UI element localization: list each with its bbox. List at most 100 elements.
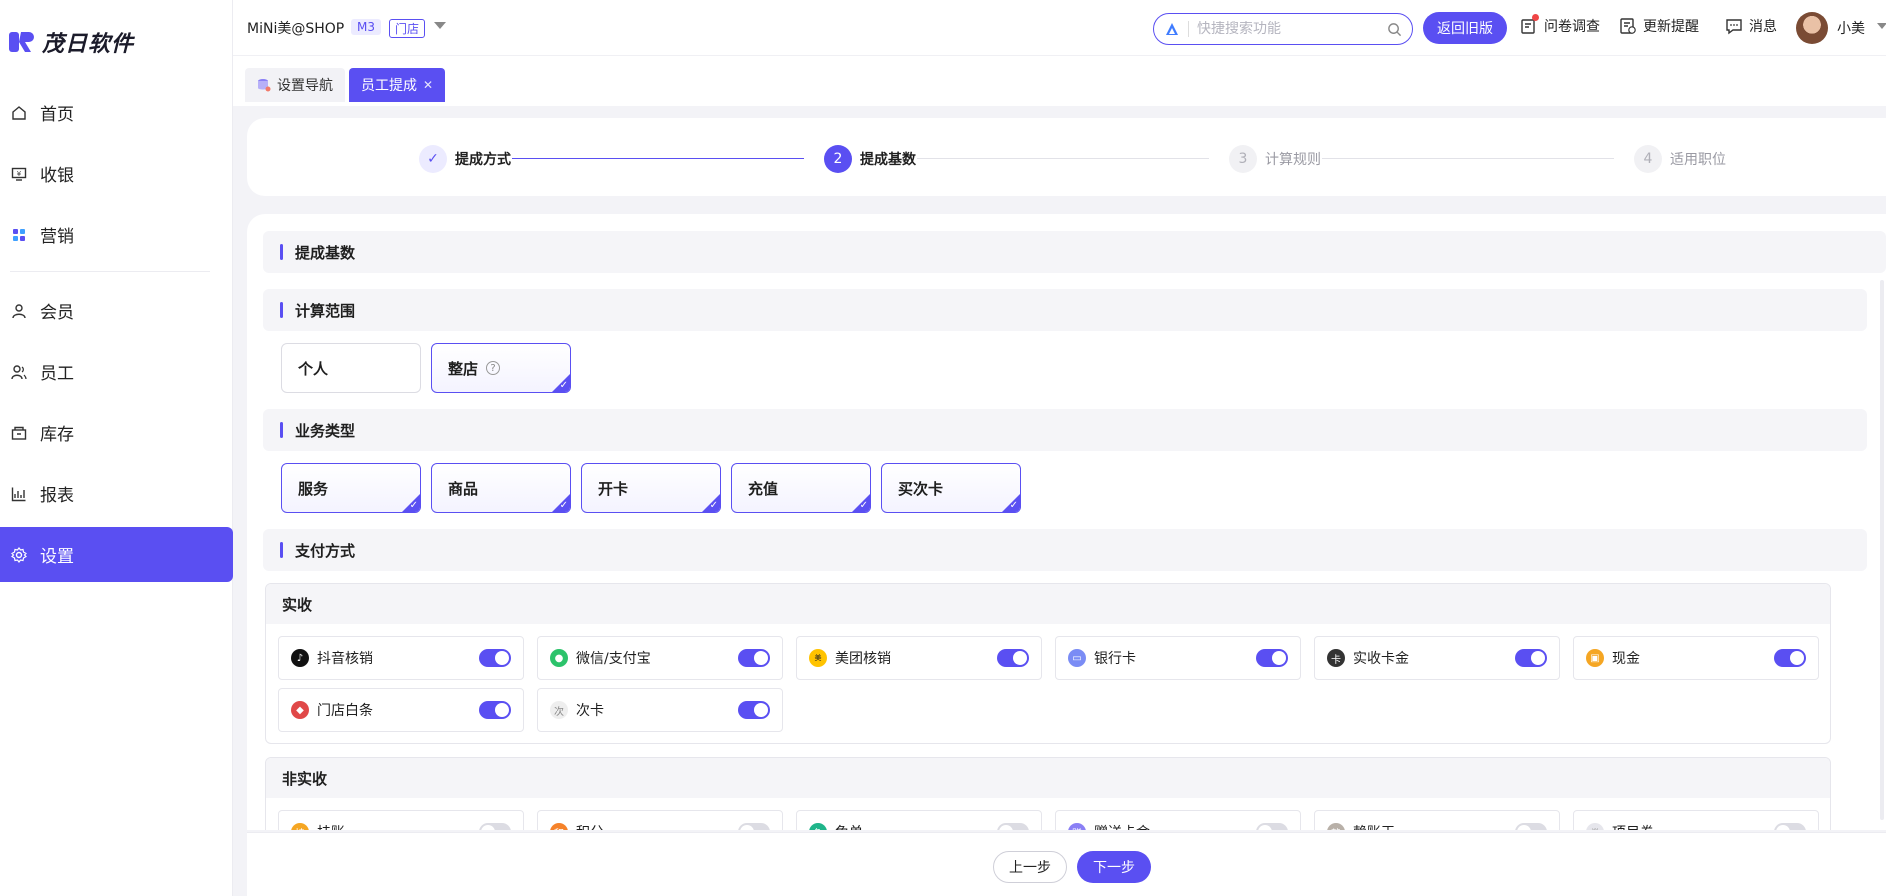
sidebar-item-label: 员工	[40, 364, 74, 384]
sidebar-item-member[interactable]: 会员	[0, 283, 233, 338]
payment-toggle[interactable]	[1515, 823, 1547, 830]
sidebar-item-report[interactable]: 报表	[0, 466, 233, 521]
section-title: 业务类型	[295, 421, 356, 440]
sidebar-item-home[interactable]: 首页	[0, 85, 233, 140]
settings-icon	[10, 546, 28, 564]
cashier-icon: ¥	[10, 165, 28, 183]
survey-link[interactable]: 问卷调查	[1520, 14, 1600, 36]
next-step-button[interactable]: 下一步	[1077, 851, 1151, 883]
payment-toggle[interactable]	[1774, 823, 1806, 830]
close-icon[interactable]: ✕	[423, 78, 433, 92]
sidebar-divider	[10, 271, 210, 272]
tab-settings-nav[interactable]: 设置导航	[245, 68, 345, 102]
sidebar-item-label: 库存	[40, 425, 74, 445]
business-option-service[interactable]: 服务 ✓	[281, 463, 421, 513]
sidebar-item-staff[interactable]: 员工	[0, 344, 233, 399]
business-option-goods[interactable]: 商品 ✓	[431, 463, 571, 513]
top-header: MiNi美@SHOP M3 门店 返回旧版 问卷调查 更新提醒 消息 小美	[233, 0, 1886, 56]
tab-label: 设置导航	[277, 78, 333, 94]
avatar[interactable]	[1796, 12, 1828, 44]
payment-toggle[interactable]	[1256, 823, 1288, 830]
payment-item-cash: ▣ 现金	[1573, 636, 1819, 680]
back-to-old-version-button[interactable]: 返回旧版	[1423, 12, 1507, 44]
sidebar-item-inventory[interactable]: 库存	[0, 405, 233, 460]
sidebar-item-label: 首页	[40, 105, 74, 125]
option-label: 开卡	[598, 479, 629, 498]
payment-label: 赖账王	[1353, 822, 1395, 830]
sidebar-item-cashier[interactable]: ¥ 收银	[0, 146, 233, 201]
payment-item-wechat-alipay: ● 微信/支付宝	[537, 636, 783, 680]
search-input[interactable]	[1197, 21, 1379, 37]
user-name[interactable]: 小美	[1837, 18, 1865, 38]
scope-option-personal[interactable]: 个人	[281, 343, 421, 393]
payment-label: 抖音核销	[317, 651, 373, 667]
section-scope: 计算范围	[263, 289, 1867, 331]
sidebar-item-settings[interactable]: 设置	[0, 527, 233, 582]
store-credit-icon: ◆	[291, 701, 309, 719]
payment-toggle[interactable]	[479, 649, 511, 667]
payment-label: 挂账	[317, 822, 345, 830]
payment-label: 美团核销	[835, 651, 891, 667]
sidebar-item-label: 营销	[40, 227, 74, 247]
search-box[interactable]	[1153, 13, 1413, 45]
payment-toggle[interactable]	[1256, 649, 1288, 667]
update-reminder-link[interactable]: 更新提醒	[1619, 16, 1699, 36]
card-money-icon: 卡	[1327, 649, 1345, 667]
step-2[interactable]: 2 提成基数	[824, 145, 916, 173]
payment-toggle[interactable]	[479, 823, 511, 830]
step-connector	[917, 158, 1209, 159]
chevron-down-icon[interactable]	[1877, 23, 1886, 29]
scrollbar[interactable]	[1880, 280, 1884, 820]
payment-toggle[interactable]	[997, 649, 1029, 667]
help-icon[interactable]: ?	[486, 361, 501, 375]
chevron-down-icon[interactable]	[434, 22, 446, 29]
staff-icon	[10, 363, 28, 381]
bad-debt-icon: 赖	[1327, 823, 1345, 830]
messages-link[interactable]: 消息	[1725, 16, 1777, 36]
update-label: 更新提醒	[1643, 19, 1699, 35]
svg-text:¥: ¥	[17, 170, 22, 178]
report-icon	[10, 485, 28, 503]
section-title: 提成基数	[295, 243, 356, 262]
payment-group-title: 非实收	[266, 758, 1830, 798]
payment-toggle[interactable]	[738, 823, 770, 830]
payment-item-bank-card: ▭ 银行卡	[1055, 636, 1301, 680]
payment-item-gift-card: 赠 赠送卡金	[1055, 810, 1301, 830]
section-title: 支付方式	[295, 541, 356, 560]
search-icon[interactable]	[1387, 22, 1402, 37]
payment-label: 现金	[1612, 651, 1640, 667]
credit-icon: 挂	[291, 823, 309, 830]
store-badge: 门店	[389, 19, 426, 38]
payment-toggle[interactable]	[1515, 649, 1547, 667]
payment-toggle[interactable]	[1774, 649, 1806, 667]
payment-toggle[interactable]	[738, 701, 770, 719]
payment-item-bad-debt: 赖 赖账王	[1314, 810, 1560, 830]
check-icon: ✓	[419, 145, 447, 173]
step-label: 提成方式	[455, 152, 511, 168]
step-1[interactable]: ✓ 提成方式	[419, 145, 511, 173]
step-3[interactable]: 3 计算规则	[1229, 145, 1321, 173]
home-icon	[10, 104, 28, 122]
business-option-open-card[interactable]: 开卡 ✓	[581, 463, 721, 513]
payment-toggle[interactable]	[738, 649, 770, 667]
scope-option-store[interactable]: 整店 ? ✓	[431, 343, 571, 393]
payment-toggle[interactable]	[997, 823, 1029, 830]
sidebar-item-label: 收银	[40, 166, 74, 186]
payment-item-store-credit: ◆ 门店白条	[278, 688, 524, 732]
business-option-times-card[interactable]: 买次卡 ✓	[881, 463, 1021, 513]
meituan-icon: 美	[809, 649, 827, 667]
step-4[interactable]: 4 适用职位	[1634, 145, 1726, 173]
payment-item-meituan: 美 美团核销	[796, 636, 1042, 680]
check-icon: ✓	[559, 500, 568, 511]
check-icon: ✓	[409, 500, 418, 511]
payment-toggle[interactable]	[479, 701, 511, 719]
option-label: 充值	[748, 479, 779, 498]
option-label: 整店	[448, 359, 479, 378]
prev-step-button[interactable]: 上一步	[993, 851, 1067, 883]
sidebar-item-marketing[interactable]: 营销	[0, 207, 233, 262]
payment-group-actual: 实收 ♪ 抖音核销 ● 微信/支付宝 美 美团核销 ▭ 银行卡 卡 实收卡金 ▣	[265, 583, 1831, 744]
tab-staff-commission[interactable]: 员工提成 ✕	[349, 68, 446, 102]
shop-name[interactable]: MiNi美@SHOP	[247, 18, 344, 38]
bank-card-icon: ▭	[1068, 649, 1086, 667]
business-option-recharge[interactable]: 充值 ✓	[731, 463, 871, 513]
